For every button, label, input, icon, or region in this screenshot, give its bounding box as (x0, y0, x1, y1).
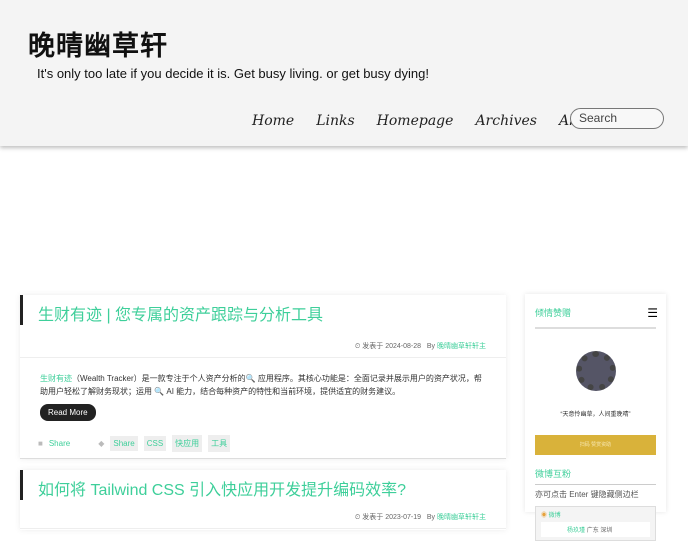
weibo-user[interactable]: 杨玖瑾 (567, 528, 585, 534)
weibo-location: 广东 深圳 (586, 528, 613, 534)
post-title[interactable]: 如何将 Tailwind CSS 引入快应用开发提升编码效率? (20, 470, 506, 500)
by-label: By (426, 514, 436, 521)
tag-link[interactable]: 快应用 (172, 435, 203, 452)
excerpt-link[interactable]: 生财有迹 (40, 374, 72, 383)
weibo-widget[interactable]: ◉ 微博 杨玖瑾 广东 深圳 (535, 506, 656, 541)
tag-link[interactable]: CSS (143, 436, 167, 451)
tag-icon: ◆ (98, 439, 105, 448)
donate-qr-card: “天意怜幽草，人间重晚晴” 扫码 赞赏资助 (535, 327, 656, 455)
post-footer: ■ Share ◆ Share CSS 快应用 工具 (20, 429, 506, 459)
read-more-button[interactable]: Read More (40, 404, 96, 421)
nav-archives[interactable]: Archives (475, 113, 537, 129)
weibo-title: 微博互粉 (535, 469, 572, 479)
sidebar: 倾情赞赠 ☰ “天意怜幽草，人间重晚晴” 扫码 赞赏资助 微博互粉 亦可点击 E… (525, 294, 666, 541)
post-meta: ⏲ 发表于 2024-08-28 By 晚晴幽草轩轩主 (20, 325, 506, 358)
by-label: By (426, 343, 436, 350)
hamburger-menu-icon[interactable]: ☰ (647, 306, 658, 320)
donate-title: 倾情赞赠 (535, 308, 572, 318)
post-title[interactable]: 生财有迹 | 您专属的资产跟踪与分析工具 (20, 295, 506, 325)
title-accent-bar (20, 295, 23, 325)
tag-link[interactable]: Share (110, 436, 138, 451)
post-date: 发表于 2023-07-19 (362, 514, 422, 521)
sidebar-hint: 亦可点击 Enter 键隐藏侧边栏 (535, 484, 656, 500)
site-tagline: It's only too late if you decide it is. … (37, 66, 429, 81)
post-excerpt: 生财有迹（Wealth Tracker）是一款专注于个人资产分析的🔍 应用程序。… (20, 358, 506, 429)
nav-home[interactable]: Home (252, 113, 294, 129)
excerpt-text: （Wealth Tracker）是一款专注于个人资产分析的🔍 应用程序。其核心功… (40, 374, 482, 396)
site-header: 晚晴幽草轩 It's only too late if you decide i… (0, 0, 688, 146)
tag-link[interactable]: 工具 (208, 435, 231, 452)
site-logo[interactable]: 晚晴幽草轩 (28, 24, 168, 63)
folder-icon: ■ (38, 439, 43, 448)
weibo-icon: ◉ (541, 513, 549, 519)
category-link[interactable]: Share (49, 439, 70, 448)
post-card: 生财有迹 | 您专属的资产跟踪与分析工具 ⏲ 发表于 2024-08-28 By… (20, 295, 506, 459)
qr-code-image (575, 351, 616, 391)
post-author[interactable]: 晚晴幽草轩轩主 (437, 343, 486, 350)
donate-quote: “天意怜幽草，人间重晚晴” (560, 412, 631, 418)
post-date: 发表于 2024-08-28 (362, 343, 422, 350)
donate-caption: 扫码 赞赏资助 (535, 435, 656, 455)
post-meta: ⏲ 发表于 2023-07-19 By 晚晴幽草轩轩主 (20, 500, 506, 529)
search-input[interactable]: Search (570, 108, 664, 129)
title-accent-bar (20, 470, 23, 500)
clock-icon: ⏲ (354, 514, 363, 521)
post-author[interactable]: 晚晴幽草轩轩主 (437, 514, 486, 521)
post-card: 如何将 Tailwind CSS 引入快应用开发提升编码效率? ⏲ 发表于 20… (20, 470, 506, 530)
nav-links[interactable]: Links (316, 113, 354, 129)
weibo-label: 微博 (548, 513, 561, 519)
nav-homepage[interactable]: Homepage (377, 113, 454, 129)
main-nav: Home Links Homepage Archives About (252, 113, 623, 129)
